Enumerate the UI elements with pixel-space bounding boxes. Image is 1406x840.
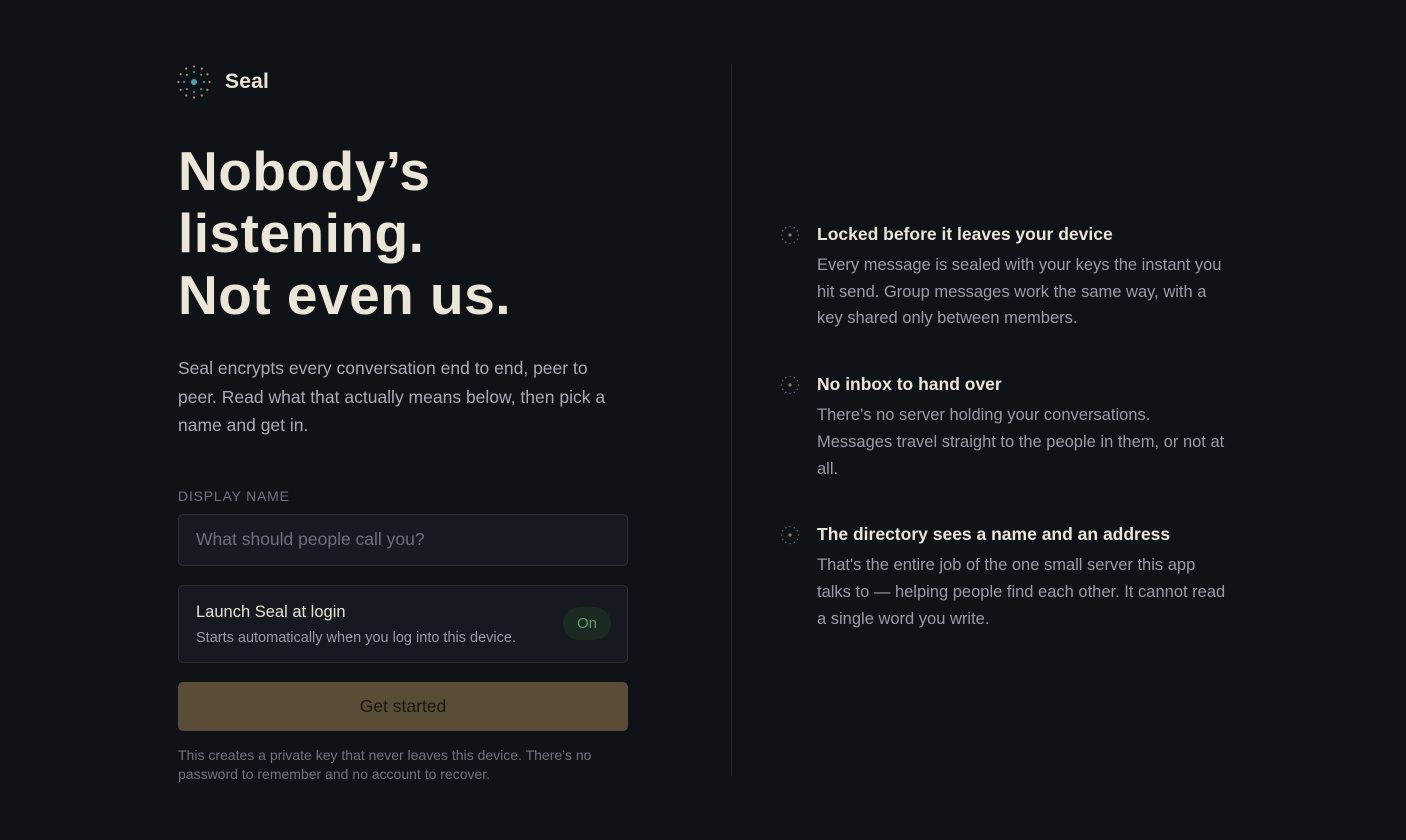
- column-divider: [731, 64, 732, 776]
- seal-logo-icon: [177, 65, 211, 99]
- private-key-footnote: This creates a private key that never le…: [178, 746, 592, 782]
- signup-panel: Seal Nobody’s listening. Not even us. Se…: [177, 64, 628, 784]
- feature-item: The directory sees a name and an address…: [780, 522, 1240, 632]
- feature-title: The directory sees a name and an address: [817, 524, 1171, 545]
- display-name-input[interactable]: [178, 513, 628, 566]
- get-started-button[interactable]: Get started: [178, 681, 628, 731]
- feature-title: Locked before it leaves your device: [817, 224, 1113, 244]
- dotted-seal-icon: [780, 525, 800, 545]
- dotted-seal-icon: [780, 375, 800, 395]
- dotted-seal-icon: [780, 225, 800, 245]
- feature-title: No inbox to hand over: [817, 374, 1002, 395]
- feature-item: Locked before it leaves your device Ever…: [780, 222, 1240, 332]
- hero-headline: Nobody’s listening. Not even us.: [178, 140, 628, 326]
- headline-line-2: listening.: [178, 202, 425, 264]
- display-name-label: DISPLAY NAME: [178, 487, 290, 504]
- launch-at-login-card: Launch Seal at login Starts automaticall…: [178, 584, 628, 663]
- feature-list: Locked before it leaves your device Ever…: [780, 222, 1240, 632]
- feature-body: That's the entire job of the one small s…: [817, 556, 1226, 628]
- headline-line-3: Not even us.: [178, 264, 512, 326]
- feature-body: Every message is sealed with your keys t…: [817, 256, 1222, 328]
- launch-at-login-toggle[interactable]: On: [563, 606, 611, 640]
- brand: Seal: [177, 64, 628, 100]
- brand-name: Seal: [225, 70, 269, 93]
- launch-at-login-subtitle: Starts automatically when you log into t…: [196, 629, 516, 646]
- headline-line-1: Nobody’s: [178, 140, 431, 202]
- feature-body: There's no server holding your conversat…: [817, 406, 1225, 478]
- hero-lede: Seal encrypts every conversation end to …: [178, 358, 606, 435]
- feature-item: No inbox to hand over There's no server …: [780, 372, 1240, 482]
- launch-at-login-title: Launch Seal at login: [196, 602, 346, 621]
- onboarding-screen: Seal Nobody’s listening. Not even us. Se…: [0, 0, 1406, 840]
